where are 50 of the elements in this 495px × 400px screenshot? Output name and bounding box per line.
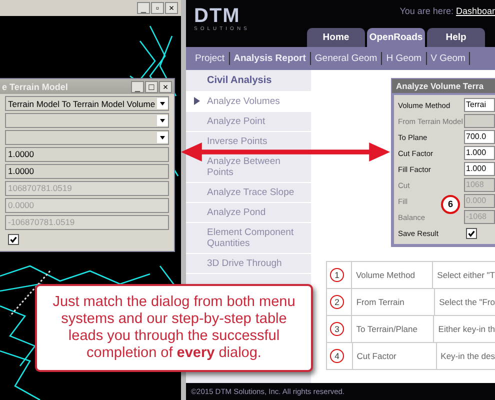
dropdown[interactable] bbox=[5, 113, 169, 128]
sidebar-item[interactable]: Analyze Point bbox=[186, 112, 311, 132]
dropdown[interactable] bbox=[5, 130, 169, 145]
step-number: 1 bbox=[330, 268, 344, 282]
number-badge: 6 bbox=[441, 195, 460, 214]
callout-text: Just match the dialog from both menu systems and our step-by-step table leads you through the successful completion of every dialog. bbox=[35, 284, 313, 372]
input-field[interactable]: Terrai bbox=[464, 98, 495, 112]
nav-link[interactable]: V Geom bbox=[426, 53, 470, 64]
sidebar-item[interactable]: Analyze Trace Slope bbox=[186, 183, 311, 203]
table-cell: Key-in the des bbox=[436, 343, 495, 369]
sidebar-item[interactable]: Analyze Volumes bbox=[186, 92, 311, 112]
nav-link[interactable]: H Geom bbox=[382, 53, 426, 64]
input-field[interactable]: 1.000 bbox=[464, 162, 495, 176]
window-button[interactable]: □ bbox=[145, 80, 158, 92]
breadcrumb-label: You are here: bbox=[400, 6, 454, 16]
dialog-title: Analyze Volume Terra bbox=[392, 79, 495, 93]
table-cell: To Terrain/Plane bbox=[351, 316, 434, 342]
table-cell: Either key-in th bbox=[433, 316, 495, 342]
table-cell: Select either "T bbox=[432, 262, 495, 288]
nav-link[interactable]: Analysis Report bbox=[230, 53, 310, 64]
triangle-icon bbox=[194, 97, 200, 105]
nav-link[interactable]: Project bbox=[191, 53, 229, 64]
table-cell: Cut Factor bbox=[352, 343, 436, 369]
tab[interactable]: Home bbox=[307, 28, 365, 47]
table-cell: From Terrain bbox=[351, 289, 434, 315]
tab[interactable]: Help bbox=[427, 28, 485, 47]
input-field[interactable]: 1.0000 bbox=[5, 147, 169, 162]
window-button[interactable]: ▫ bbox=[151, 2, 164, 14]
tab[interactable]: OpenRoads bbox=[367, 28, 425, 47]
input-field[interactable]: 700.0 bbox=[464, 130, 495, 144]
table-cell: Select the "Fro bbox=[434, 289, 495, 315]
checkbox[interactable] bbox=[8, 234, 19, 245]
checkbox[interactable] bbox=[466, 228, 477, 238]
input-field[interactable]: 1.0000 bbox=[5, 164, 169, 179]
step-number: 3 bbox=[330, 322, 344, 336]
window-button[interactable]: _ bbox=[131, 80, 144, 92]
sidebar-item[interactable]: Analyze Pond bbox=[186, 203, 311, 223]
window-button[interactable]: _ bbox=[137, 2, 150, 14]
step-number: 2 bbox=[330, 295, 344, 309]
dropdown[interactable]: Terrain Model To Terrain Model Volume bbox=[5, 96, 169, 111]
input-field[interactable]: 1.000 bbox=[464, 146, 495, 160]
sidebar-item[interactable]: Element Component Quantities bbox=[186, 223, 311, 254]
nav-link[interactable]: General Geom bbox=[310, 53, 382, 64]
window-button[interactable]: × bbox=[159, 80, 172, 92]
window-button[interactable]: × bbox=[165, 2, 178, 14]
step-number: 4 bbox=[330, 349, 344, 363]
sidebar-item[interactable]: 3D Drive Through bbox=[186, 254, 311, 274]
breadcrumb-link[interactable]: Dashboar bbox=[456, 6, 495, 16]
table-cell: Volume Method bbox=[350, 262, 432, 288]
dialog-title: e Terrain Model bbox=[2, 82, 68, 92]
